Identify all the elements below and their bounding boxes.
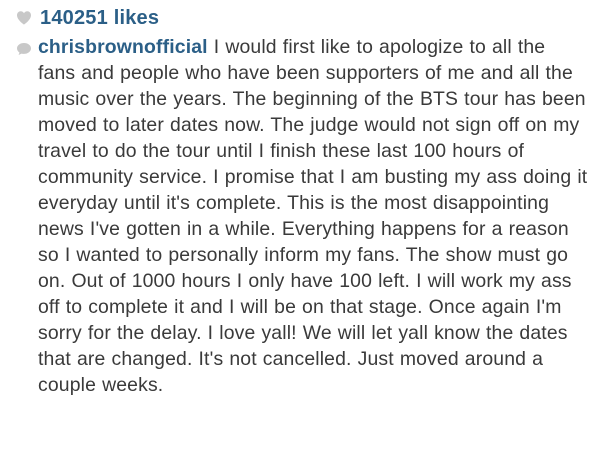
heart-icon (17, 11, 31, 25)
comment-bubble-icon (17, 43, 31, 55)
comment-body: I would first like to apologize to all t… (38, 36, 588, 396)
comment-text: chrisbrownofficial I would first like to… (16, 34, 588, 398)
comment: chrisbrownofficial I would first like to… (16, 34, 588, 398)
likes-count[interactable]: 140251 likes (40, 7, 159, 30)
likes-row[interactable]: 140251 likes (16, 6, 159, 30)
comment-username[interactable]: chrisbrownofficial (38, 36, 208, 58)
